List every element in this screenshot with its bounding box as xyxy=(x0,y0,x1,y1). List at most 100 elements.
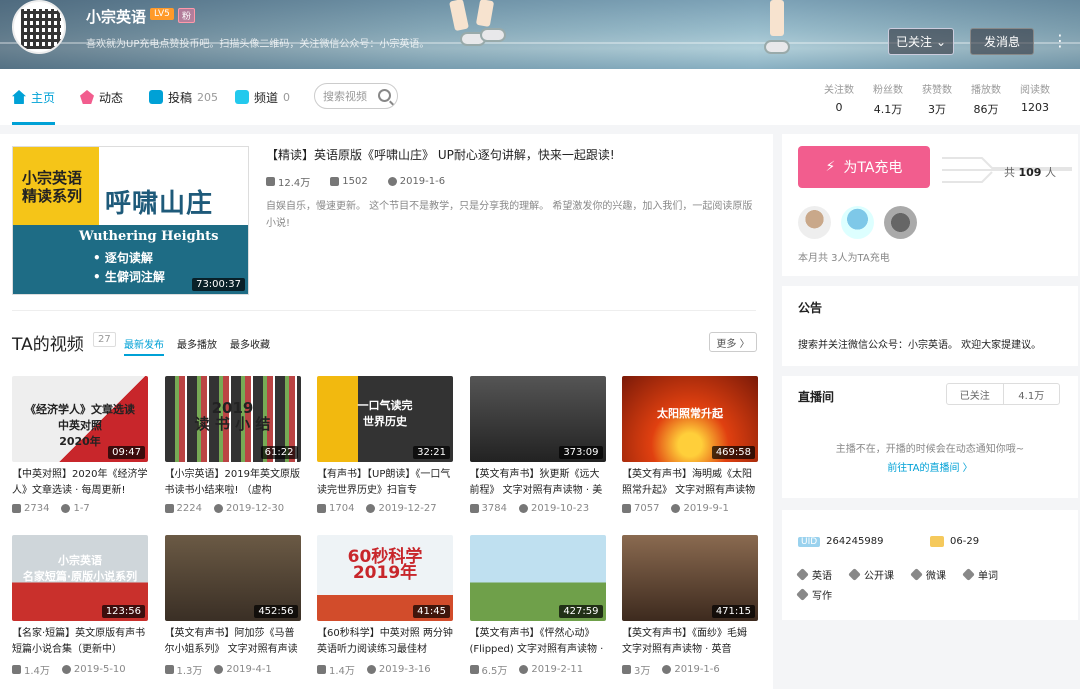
tag-item[interactable]: 微课 xyxy=(910,567,946,582)
video-card[interactable]: 太阳照常升起 469:58 【英文有声书】海明威《太阳照常升起》 文字对照有声读物 7… xyxy=(622,376,758,514)
profile-info-panel: UID 264245989 06-29 英语 公开课 微课 单词 写作 xyxy=(782,510,1078,620)
video-title[interactable]: 【英文有声书】阿加莎《马普尔小姐系列》 文字对照有声读 xyxy=(165,626,301,658)
video-meta: 3万 2019-1-6 xyxy=(622,662,758,677)
video-card[interactable]: 373:09 【英文有声书】狄更斯《远大前程》 文字对照有声读物 · 美 3784 2… xyxy=(469,376,606,514)
tag-item[interactable]: 单词 xyxy=(962,567,998,582)
play-count: 7057 xyxy=(634,503,660,514)
sort-most-played[interactable]: 最多播放 xyxy=(177,336,217,351)
video-duration: 61:22 xyxy=(260,446,298,459)
publish-date: 2019-1-6 xyxy=(674,664,720,675)
play-icon xyxy=(317,504,326,513)
publish-date: 2019-12-30 xyxy=(225,503,285,514)
tag-icon xyxy=(962,568,975,581)
live-room-link[interactable]: 前往TA的直播间 〉 xyxy=(782,459,1078,474)
search-icon[interactable] xyxy=(378,89,391,102)
video-thumbnail[interactable]: 《经济学人》文章选读 中英对照 2020年 09:47 xyxy=(12,376,148,462)
nav-bar: 主页 动态 投稿 205 频道 0 搜索视频 关注数 0 粉丝数 4.1万 获赞… xyxy=(0,69,1080,125)
follow-button[interactable]: 已关注 ⌄ xyxy=(888,28,954,55)
video-title[interactable]: 【英文有声书】《怦然心动》(Flipped) 文字对照有声读物 · xyxy=(470,626,606,658)
sort-most-favorited[interactable]: 最多收藏 xyxy=(230,336,270,351)
video-title[interactable]: 【英文有声书】狄更斯《远大前程》 文字对照有声读物 · 美 xyxy=(470,467,606,499)
more-menu-icon[interactable]: ⋮ xyxy=(1052,28,1068,55)
featured-video-thumbnail[interactable]: 小宗英语 精读系列 呼啸山庄 Wuthering Heights • 逐句读解 • … xyxy=(12,146,249,295)
clock-icon xyxy=(671,504,681,513)
banner-illustration-shoe xyxy=(480,28,506,42)
video-thumbnail[interactable]: 2019 读 书 小 结 61:22 xyxy=(164,376,301,462)
stat-fans[interactable]: 粉丝数 4.1万 xyxy=(864,81,912,117)
tab-uploads[interactable]: 投稿 205 xyxy=(149,69,218,125)
stat-plays: 播放数 86万 xyxy=(962,81,1010,117)
live-follow-button[interactable]: 已关注 4.1万 xyxy=(946,383,1060,405)
sort-latest[interactable]: 最新发布 xyxy=(124,336,164,356)
tag-icon xyxy=(848,568,861,581)
clock-icon xyxy=(387,177,397,186)
tag-item[interactable]: 英语 xyxy=(796,567,832,582)
video-card[interactable]: 427:59 【英文有声书】《怦然心动》(Flipped) 文字对照有声读物 · 6… xyxy=(469,535,606,677)
video-thumbnail[interactable]: 一口气读完 世界历史 32:21 xyxy=(317,376,453,462)
thumb-text: 小宗英语 精读系列 xyxy=(22,169,83,205)
video-thumbnail[interactable]: 太阳照常升起 469:58 xyxy=(622,376,758,462)
video-card[interactable]: 452:56 【英文有声书】阿加莎《马普尔小姐系列》 文字对照有声读 1.3万 201… xyxy=(164,535,301,677)
publish-date: 2019-2-11 xyxy=(531,664,584,675)
video-meta: 1704 2019-12-27 xyxy=(317,503,453,514)
thumb-text: • 逐句读解 • 生僻词注解 xyxy=(93,251,165,284)
video-card[interactable]: 一口气读完 世界历史 32:21 【有声书】【UP朗读】《一口气读完世界历史》扫盲专… xyxy=(317,376,453,514)
video-meta: 2224 2019-12-30 xyxy=(164,503,301,514)
banner-illustration-shoe xyxy=(764,40,790,54)
thumb-caption: 60秒科学 2019年 xyxy=(347,547,423,583)
play-icon xyxy=(12,504,21,513)
video-meta: 7057 2019-9-1 xyxy=(622,503,758,514)
search-input[interactable]: 搜索视频 xyxy=(314,83,398,109)
tag-item[interactable]: 写作 xyxy=(796,587,832,602)
tab-home[interactable]: 主页 xyxy=(12,69,56,125)
tag-item[interactable]: 公开课 xyxy=(848,567,894,582)
play-count: 1.4万 xyxy=(24,666,50,677)
video-thumbnail[interactable]: 471:15 xyxy=(622,535,758,621)
fan-avatar[interactable] xyxy=(884,206,917,239)
video-thumbnail[interactable]: 452:56 xyxy=(164,535,301,621)
play-count: 3784 xyxy=(481,503,507,514)
video-title[interactable]: 【英文有声书】《面纱》毛姆 文字对照有声读物 · 英音 xyxy=(622,626,758,658)
video-thumbnail[interactable]: 373:09 xyxy=(469,376,606,462)
video-card[interactable]: 60秒科学 2019年 41:45 【60秒科学】中英对照 两分钟英语听力阅读练习最… xyxy=(317,535,453,677)
video-title[interactable]: 【中英对照】2020年《经济学人》文章选读 · 每周更新! xyxy=(12,467,148,499)
fan-avatar[interactable] xyxy=(841,206,874,239)
video-card[interactable]: 小宗英语 名家短篇·原版小说系列 123:56 【名家·短篇】英文原版有声书短篇小说… xyxy=(12,535,148,677)
video-title[interactable]: 【名家·短篇】英文原版有声书短篇小说合集（更新中） xyxy=(12,626,148,658)
video-title[interactable]: 【60秒科学】中英对照 两分钟英语听力阅读练习最佳材 xyxy=(317,626,453,658)
play-icon xyxy=(164,504,174,513)
play-icon xyxy=(622,665,631,674)
video-thumbnail[interactable]: 60秒科学 2019年 41:45 xyxy=(317,535,453,621)
tab-label: 频道 xyxy=(254,90,279,105)
avatar[interactable] xyxy=(12,0,66,54)
publish-date: 2019-3-16 xyxy=(378,664,431,675)
video-title[interactable]: 【英文有声书】海明威《太阳照常升起》 文字对照有声读物 xyxy=(622,467,758,499)
more-button[interactable]: 更多 〉 xyxy=(709,332,757,352)
featured-video-desc: 自娱自乐，慢速更新。 这个节目不是教学，只是分享我的理解。 希望激发你的兴趣，加… xyxy=(266,201,753,229)
video-duration: 452:56 xyxy=(254,605,298,618)
section-title: TA的视频 xyxy=(12,335,84,355)
thumb-caption: 一口气读完 世界历史 xyxy=(357,399,413,428)
video-title[interactable]: 【小宗英语】2019年英文原版书读书小结来啦! （虚构 xyxy=(165,467,301,499)
video-card[interactable]: 2019 读 书 小 结 61:22 【小宗英语】2019年英文原版书读书小结来啦!… xyxy=(164,376,301,514)
video-thumbnail[interactable]: 小宗英语 名家短篇·原版小说系列 123:56 xyxy=(12,535,148,621)
featured-video-title[interactable]: 【精读】英语原版《呼啸山庄》 UP耐心逐句讲解，快来一起跟读! xyxy=(266,146,615,163)
video-title[interactable]: 【有声书】【UP朗读】《一口气读完世界历史》扫盲专 xyxy=(317,467,453,499)
video-duration: 123:56 xyxy=(101,605,145,618)
video-card[interactable]: 471:15 【英文有声书】《面纱》毛姆 文字对照有声读物 · 英音 3万 2019-… xyxy=(622,535,758,677)
thumb-text: Wuthering Heights xyxy=(79,229,219,244)
charge-label: 为TA充电 xyxy=(843,160,903,176)
tab-dynamic[interactable]: 动态 xyxy=(80,69,123,125)
fan-avatar[interactable] xyxy=(798,206,831,239)
tag-icon xyxy=(796,588,809,601)
tab-channels[interactable]: 频道 0 xyxy=(235,69,290,125)
stat-following[interactable]: 关注数 0 xyxy=(815,81,863,114)
video-card[interactable]: 《经济学人》文章选读 中英对照 2020年 09:47 【中英对照】2020年《经济… xyxy=(12,376,148,514)
play-icon xyxy=(469,504,479,513)
message-button[interactable]: 发消息 xyxy=(970,28,1034,55)
video-meta: 1.4万 2019-5-10 xyxy=(12,662,148,677)
level-badge: LV5 xyxy=(150,8,174,20)
cake-icon xyxy=(930,536,944,547)
charge-button[interactable]: ⚡ 为TA充电 xyxy=(798,146,930,188)
video-thumbnail[interactable]: 427:59 xyxy=(469,535,606,621)
